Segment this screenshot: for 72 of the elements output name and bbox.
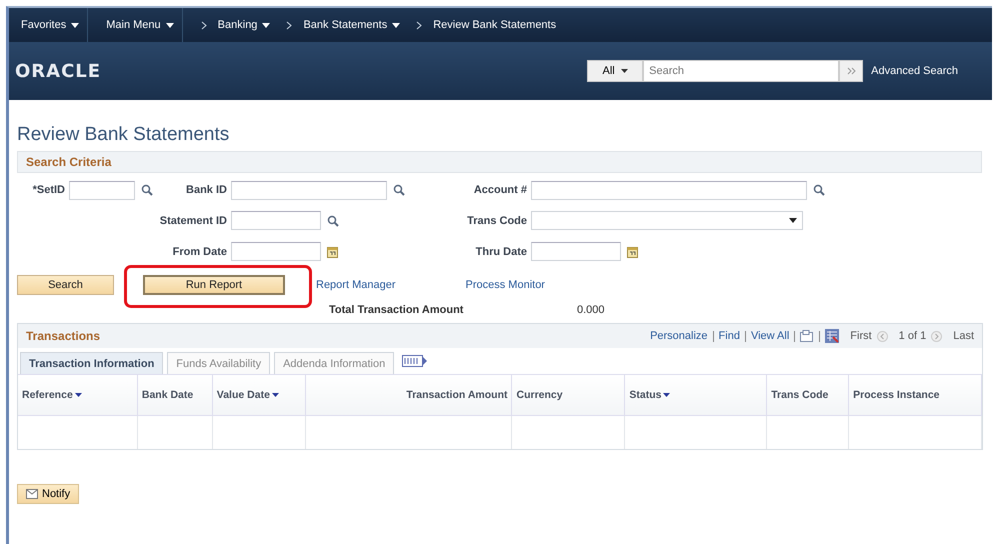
input-field[interactable] — [231, 180, 387, 200]
total-value: 0.000 — [577, 304, 605, 316]
previous-icon[interactable] — [876, 330, 888, 342]
calendar-icon[interactable] — [327, 246, 338, 258]
input-field[interactable] — [531, 242, 621, 261]
advanced-search-link[interactable]: Advanced Search — [871, 65, 958, 77]
input-field[interactable] — [531, 180, 807, 200]
grid-tool-link[interactable]: View All — [750, 330, 790, 342]
input-field[interactable] — [69, 180, 135, 200]
column-header[interactable]: Status — [629, 389, 670, 401]
grid-title: Transactions — [26, 329, 100, 343]
search-icon[interactable] — [393, 184, 405, 196]
field-label: Thru Date — [476, 246, 527, 258]
chevron-icon — [200, 20, 207, 30]
search-go-button[interactable] — [839, 60, 864, 82]
scope-dropdown[interactable]: All — [587, 60, 644, 82]
section-title: Search Criteria — [26, 155, 112, 169]
column-header: Transaction Amount — [406, 389, 508, 401]
caret-icon — [166, 22, 174, 28]
spreadsheet-icon[interactable] — [825, 329, 840, 343]
caret-icon — [262, 22, 270, 28]
caret-icon — [620, 69, 628, 73]
logo: ORACLE — [15, 60, 102, 82]
column-header: Bank Date — [142, 389, 194, 401]
next-icon[interactable] — [931, 330, 942, 342]
caret-icon — [789, 218, 797, 223]
chevron-icon — [416, 20, 422, 30]
double-chevron-icon — [846, 67, 856, 75]
field-label: Account # — [474, 184, 527, 196]
field-label: Trans Code — [467, 214, 527, 226]
nav-menu-item[interactable]: Review Bank Statements — [408, 8, 564, 42]
input-field[interactable] — [231, 242, 321, 261]
sort-caret-icon — [663, 393, 670, 397]
page-title: Review Bank Statements — [17, 124, 230, 146]
search-icon[interactable] — [813, 184, 825, 196]
search-icon[interactable] — [327, 214, 339, 226]
field-label: Statement ID — [160, 214, 227, 226]
sort-caret-icon — [272, 393, 279, 397]
envelope-icon — [26, 489, 38, 499]
column-header[interactable]: Reference — [22, 389, 82, 401]
column-header: Trans Code — [771, 389, 828, 401]
action-button[interactable]: Search — [17, 275, 114, 295]
total-label: Total Transaction Amount — [329, 304, 464, 316]
show-all-columns-icon[interactable] — [402, 355, 428, 367]
grid-tool-link[interactable]: Find — [718, 330, 740, 342]
nav-menu-item[interactable]: Banking — [192, 8, 278, 42]
calendar-icon[interactable] — [627, 246, 638, 258]
search-icon[interactable] — [141, 184, 153, 196]
input-field[interactable] — [231, 211, 321, 230]
tab[interactable]: Transaction Information — [20, 352, 164, 374]
caret-icon — [71, 22, 80, 28]
pager-position: 1 of 1 — [898, 330, 926, 342]
field-label: *SetID — [32, 184, 65, 196]
pager-first: First — [850, 330, 872, 342]
column-header[interactable]: Value Date — [216, 389, 279, 401]
caret-icon — [392, 22, 400, 28]
field-label: Bank ID — [186, 184, 227, 196]
zoom-icon[interactable] — [800, 330, 814, 342]
chevron-icon — [286, 20, 292, 30]
action-button[interactable]: Run Report — [143, 274, 285, 294]
column-header: Currency — [516, 389, 563, 401]
field-label: From Date — [172, 246, 227, 258]
dropdown-field[interactable] — [531, 211, 803, 230]
search-field[interactable]: Search — [643, 60, 840, 82]
notify-button[interactable]: Notify — [17, 484, 80, 504]
report-link[interactable]: Process Monitor — [466, 279, 545, 291]
pager-last: Last — [953, 330, 974, 342]
report-link[interactable]: Report Manager — [316, 279, 396, 291]
column-header: Process Instance — [853, 389, 940, 401]
nav-menu-item[interactable]: Bank Statements — [278, 8, 408, 42]
sort-caret-icon — [74, 393, 82, 397]
grid-tool-link[interactable]: Personalize — [650, 330, 708, 342]
